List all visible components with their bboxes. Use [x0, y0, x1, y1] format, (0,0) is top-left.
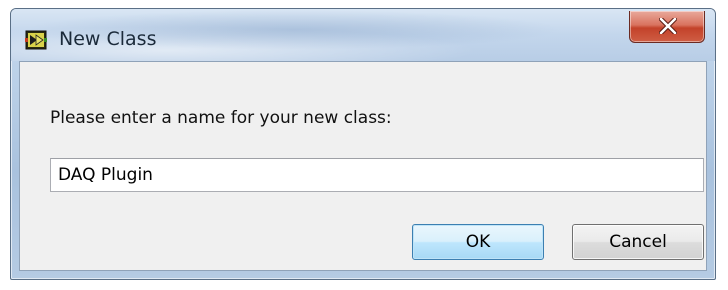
dialog-window: New Class Please enter a name for your n… — [10, 8, 716, 280]
close-icon — [659, 18, 677, 34]
close-button[interactable] — [629, 11, 705, 43]
class-name-input[interactable] — [50, 158, 704, 192]
title-bar[interactable]: New Class — [11, 9, 715, 61]
name-prompt-label: Please enter a name for your new class: — [50, 108, 392, 128]
dialog-body: Please enter a name for your new class: … — [19, 61, 707, 271]
cancel-button[interactable]: Cancel — [572, 224, 704, 260]
window-title: New Class — [59, 28, 157, 50]
labview-class-icon — [25, 29, 47, 51]
ok-button[interactable]: OK — [412, 224, 544, 260]
